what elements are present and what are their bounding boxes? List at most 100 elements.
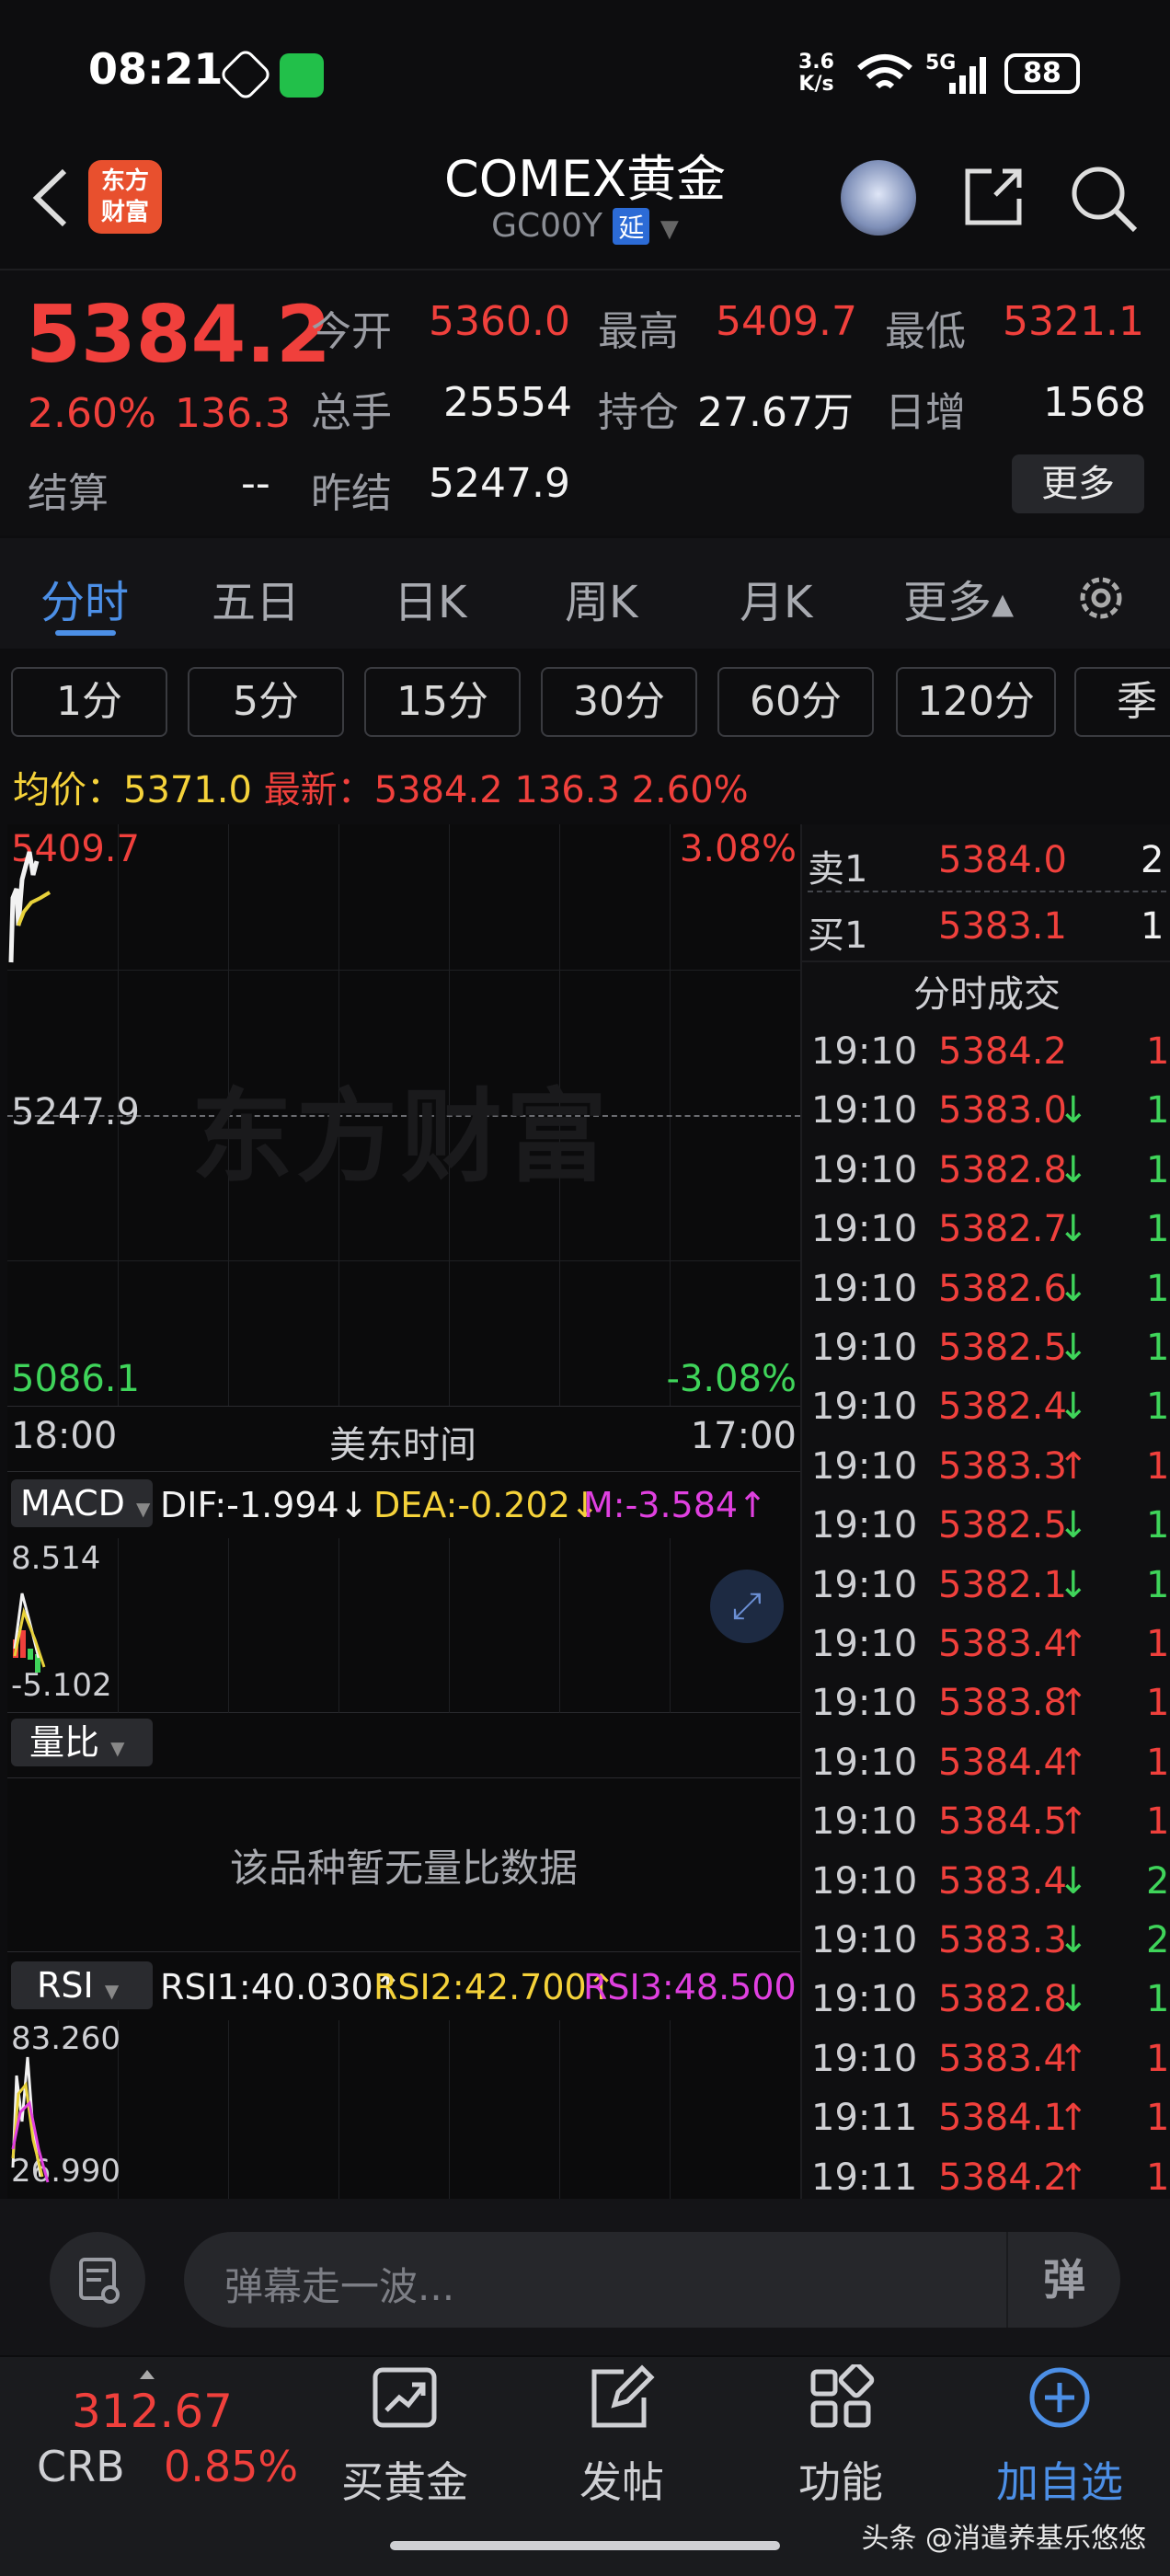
trade-qty: 1 (1146, 1444, 1170, 1488)
book-divider (802, 960, 1170, 962)
trade-price: 5384.2 (938, 2156, 1067, 2199)
trade-row: 19:10 5383.4 ↑ 1 (802, 2029, 1170, 2087)
volratio-empty-text: 该品种暂无量比数据 (229, 1846, 578, 1891)
volume-value: 25554 (443, 379, 572, 426)
caret-up-icon (140, 2370, 155, 2379)
volume-label: 总手 (311, 389, 392, 436)
expand-icon[interactable]: ⤢ (710, 1570, 784, 1643)
price-line (8, 851, 52, 963)
volratio-panel: 该品种暂无量比数据 (7, 1777, 800, 1952)
gear-icon[interactable] (1072, 569, 1130, 627)
danmu-send-button[interactable]: 弹 (1006, 2232, 1120, 2328)
tab-active-indicator (55, 630, 116, 636)
trade-qty: 1 (1146, 2097, 1170, 2140)
subtab-quarter-label: 季明 (1117, 678, 1157, 725)
tab-intraday[interactable]: 分时 (40, 566, 129, 630)
axis-bottom-pct: -3.08% (666, 1358, 797, 1400)
trade-qty: 1 (1146, 1563, 1170, 1606)
chevron-down-icon: ▼ (104, 1980, 120, 2002)
tab-daily-k[interactable]: 日K (394, 566, 466, 630)
tab-weekly-k[interactable]: 周K (565, 566, 637, 630)
trade-price: 5383.3 (938, 1919, 1067, 1961)
trade-price: 5382.6 (938, 1267, 1067, 1310)
nav-post-label: 发帖 (579, 2457, 664, 2507)
trade-price: 5383.0 (938, 1089, 1067, 1133)
tab-monthly-k[interactable]: 月K (740, 566, 812, 630)
chevron-down-icon: ▼ (660, 215, 679, 243)
subtab-quarter[interactable]: 季明 (1074, 667, 1170, 737)
trade-qty: 1 (1146, 1800, 1170, 1844)
subtab-120min[interactable]: 120分 (896, 667, 1056, 737)
trade-row: 19:10 5383.3 ↓ 2 (802, 1910, 1170, 1969)
trade-row: 19:11 5384.1 ↑ 1 (802, 2087, 1170, 2146)
bid-label: 买1 (808, 914, 868, 957)
avg-label: 均价： (13, 769, 123, 811)
rsi-header: RSI ▼ RSI1:40.030↑ RSI2:42.700↑ RSI3:48.… (7, 1958, 826, 2017)
subtab-30min[interactable]: 30分 (541, 667, 697, 737)
crb-pct: 0.85% (164, 2442, 299, 2491)
order-book-panel: 卖1 5384.0 2 买1 5383.1 1 分时成交 19:10 5384.2… (800, 824, 1170, 2201)
settle-value: -- (241, 460, 270, 507)
trade-row: 19:10 5382.5 ↓ 1 (802, 1495, 1170, 1554)
latest-label: 最新： (263, 769, 374, 811)
robot-avatar-icon[interactable] (841, 160, 916, 236)
price-change: 136.3 (175, 390, 291, 437)
trade-direction-icon: ↑ (1058, 1682, 1089, 1725)
trade-row: 19:10 5383.4 ↑ 1 (802, 1614, 1170, 1673)
trade-time: 19:11 (811, 2097, 918, 2140)
more-button[interactable]: 更多 (1012, 454, 1144, 513)
subtab-1min[interactable]: 1分 (11, 667, 167, 737)
quote-panel: 5384.2 2.60% 136.3 结算 -- 今开 5360.0 最高 54… (0, 269, 1170, 535)
time-axis: 18:00 美东时间 17:00 (7, 1406, 800, 1472)
rsi-selector[interactable]: RSI ▼ (11, 1961, 153, 2009)
nav-functions[interactable]: 功能 (749, 2362, 933, 2510)
chart-up-icon (373, 2367, 437, 2428)
ask-qty: 2 (1141, 839, 1164, 881)
tab-more[interactable]: 更多▴ (903, 566, 1014, 630)
search-icon[interactable] (1067, 162, 1141, 236)
ask-label: 卖1 (808, 848, 868, 891)
macd-m: M:-3.584↑ (583, 1485, 767, 1525)
trade-direction-icon: ↑ (1058, 2156, 1089, 2199)
trade-direction-icon: ↓ (1058, 1327, 1089, 1369)
trade-row: 19:10 5382.1 ↓ 1 (802, 1555, 1170, 1614)
trade-qty: 2 (1146, 1859, 1170, 1903)
bid-qty: 1 (1141, 905, 1164, 948)
share-icon[interactable] (958, 162, 1028, 232)
danmu-input[interactable]: 弹幕走一波... 弹 (184, 2232, 1120, 2328)
grid-vline (559, 1538, 560, 1713)
macd-selector[interactable]: MACD ▼ (11, 1479, 153, 1527)
latest-change: 136.3 (514, 769, 620, 811)
danmu-settings-icon[interactable] (50, 2232, 145, 2328)
trade-price: 5382.4 (938, 1386, 1067, 1429)
edit-icon (591, 2364, 655, 2428)
home-indicator[interactable] (390, 2541, 780, 2550)
trade-time: 19:10 (811, 1148, 918, 1191)
subtab-5min[interactable]: 5分 (188, 667, 344, 737)
intraday-chart[interactable]: 东方财富 5409.7 3.08% 5247.9 5086.1 -3.08% 1… (7, 824, 826, 2201)
price-pct: 2.60% (28, 390, 156, 437)
grid-vline (670, 2020, 671, 2201)
volratio-selector[interactable]: 量比 ▼ (11, 1719, 153, 1766)
trade-direction-icon: ↑ (1058, 2037, 1089, 2080)
crb-index[interactable]: 312.67 CRB 0.85% (18, 2357, 313, 2523)
trade-row: 19:10 5384.5 ↑ 1 (802, 1791, 1170, 1850)
trade-qty: 1 (1146, 1267, 1170, 1310)
nav-add-watchlist-label: 加自选 (996, 2457, 1123, 2507)
nav-post[interactable]: 发帖 (530, 2364, 714, 2510)
high-label: 最高 (598, 308, 679, 355)
subtab-60min[interactable]: 60分 (717, 667, 874, 737)
nav-buy-gold[interactable]: 买黄金 (313, 2364, 497, 2510)
subtab-15min[interactable]: 15分 (364, 667, 521, 737)
trade-row: 19:10 5382.6 ↓ 1 (802, 1259, 1170, 1317)
last-price: 5384.2 (26, 289, 331, 381)
tab-five-day[interactable]: 五日 (212, 566, 300, 630)
nav-add-watchlist[interactable]: 加自选 (968, 2364, 1152, 2510)
trade-time: 19:10 (811, 1386, 918, 1429)
open-interest-label: 持仓 (598, 389, 679, 436)
trade-time: 19:10 (811, 1563, 918, 1606)
axis-mid-price: 5247.9 (11, 1091, 140, 1133)
trade-qty: 1 (1146, 1089, 1170, 1133)
trade-qty: 1 (1146, 1208, 1170, 1251)
macd-dea: DEA:-0.202↓ (373, 1485, 600, 1525)
